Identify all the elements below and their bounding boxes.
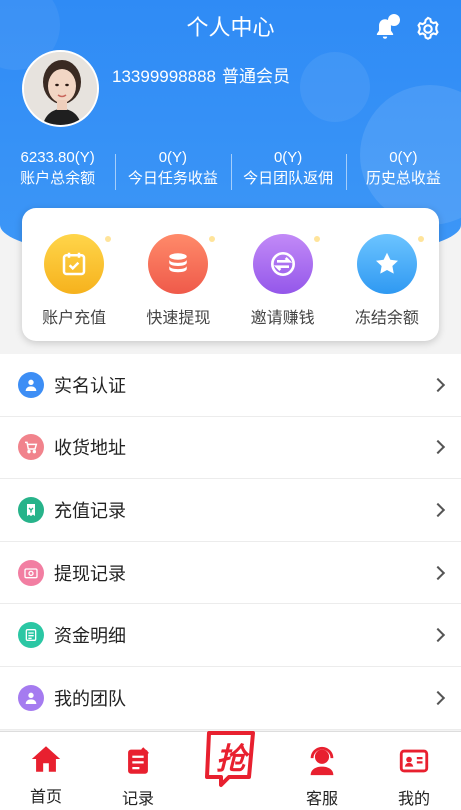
qa-recharge[interactable]: 账户充值 bbox=[22, 208, 126, 341]
stat-value: 0(Y) bbox=[273, 149, 303, 166]
qa-label: 冻结余额 bbox=[354, 310, 419, 327]
stat-value: 6233.80(Y) bbox=[20, 149, 95, 166]
stat-today-task[interactable]: 0(Y) 今日任务收益 bbox=[115, 148, 230, 190]
stat-label: 今日任务收益 bbox=[127, 170, 218, 187]
menu-item-my-team[interactable]: 我的团队 bbox=[0, 667, 461, 730]
decor-bubble bbox=[300, 52, 370, 122]
menu-list: 实名认证 收货地址 充值记录 提现记录 资金明细 我的团队 bbox=[0, 354, 461, 730]
tab-label: 客服 bbox=[305, 791, 338, 808]
avatar[interactable] bbox=[22, 50, 99, 127]
gear-icon[interactable] bbox=[414, 15, 442, 43]
tab-mine[interactable]: 我的 bbox=[374, 732, 454, 809]
menu-item-realname[interactable]: 实名认证 bbox=[0, 354, 461, 417]
wallet-icon bbox=[18, 559, 44, 586]
stats-row: 6233.80(Y) 账户总余额 0(Y) 今日任务收益 0(Y) 今日团队返佣… bbox=[0, 148, 461, 190]
stat-value: 0(Y) bbox=[158, 149, 188, 166]
quick-actions-card: 账户充值 快速提现 邀请赚钱 冻结余额 bbox=[22, 208, 439, 341]
chevron-right-icon bbox=[430, 628, 446, 643]
tab-service[interactable]: 客服 bbox=[282, 732, 362, 809]
notebook-icon bbox=[128, 747, 149, 774]
qa-label: 账户充值 bbox=[42, 310, 107, 327]
stat-value: 0(Y) bbox=[389, 149, 418, 166]
menu-item-address[interactable]: 收货地址 bbox=[0, 417, 461, 480]
qa-withdraw[interactable]: 快速提现 bbox=[126, 208, 230, 341]
tab-home[interactable]: 首页 bbox=[6, 732, 86, 807]
star-icon bbox=[356, 234, 424, 294]
menu-item-label: 我的团队 bbox=[54, 688, 126, 709]
notification-dot bbox=[388, 14, 400, 26]
menu-item-recharge-records[interactable]: 充值记录 bbox=[0, 479, 461, 542]
grab-label: 抢 bbox=[216, 743, 246, 776]
menu-item-fund-details[interactable]: 资金明细 bbox=[0, 604, 461, 667]
menu-item-label: 收货地址 bbox=[54, 438, 126, 459]
chevron-right-icon bbox=[430, 502, 446, 518]
exchange-icon bbox=[252, 234, 320, 294]
user-phone: 13399998888 bbox=[112, 67, 217, 86]
menu-item-label: 充值记录 bbox=[54, 500, 126, 521]
user-id-icon bbox=[18, 371, 44, 398]
user-info: 13399998888 普通会员 bbox=[112, 62, 296, 87]
tab-records[interactable]: 记录 bbox=[98, 732, 178, 809]
ledger-icon bbox=[18, 622, 44, 649]
tab-label: 我的 bbox=[397, 791, 430, 808]
qa-frozen[interactable]: 冻结余额 bbox=[335, 208, 439, 341]
stat-label: 账户总余额 bbox=[20, 170, 96, 187]
stat-total-balance[interactable]: 6233.80(Y) 账户总余额 bbox=[0, 148, 115, 190]
grab-order-button[interactable]: 抢 bbox=[196, 722, 266, 792]
bottom-tabbar: 首页 记录 抢 客服 我的 bbox=[0, 731, 461, 810]
customer-service-icon bbox=[310, 746, 334, 776]
tab-label: 首页 bbox=[29, 789, 62, 806]
chevron-right-icon bbox=[430, 377, 446, 392]
receipt-icon bbox=[18, 496, 44, 523]
menu-item-label: 提现记录 bbox=[54, 563, 126, 584]
id-card-icon bbox=[399, 749, 429, 773]
cart-icon bbox=[18, 434, 44, 461]
stat-label: 今日团队返佣 bbox=[243, 170, 334, 187]
team-icon bbox=[18, 684, 44, 711]
stat-history-total[interactable]: 0(Y) 历史总收益 bbox=[345, 148, 461, 190]
qa-invite[interactable]: 邀请赚钱 bbox=[231, 208, 335, 341]
stat-today-team[interactable]: 0(Y) 今日团队返佣 bbox=[230, 148, 346, 190]
coin-stack-icon bbox=[148, 234, 216, 294]
chevron-right-icon bbox=[430, 565, 446, 580]
calendar-check-icon bbox=[44, 234, 112, 294]
menu-item-label: 实名认证 bbox=[54, 375, 126, 396]
qa-label: 邀请赚钱 bbox=[250, 310, 315, 327]
home-icon bbox=[31, 746, 61, 772]
qa-label: 快速提现 bbox=[146, 310, 211, 327]
chevron-right-icon bbox=[430, 690, 446, 705]
stat-label: 历史总收益 bbox=[365, 170, 441, 187]
menu-item-label: 资金明细 bbox=[54, 626, 126, 647]
tab-label: 记录 bbox=[121, 791, 154, 808]
menu-item-withdraw-records[interactable]: 提现记录 bbox=[0, 542, 461, 605]
chevron-right-icon bbox=[430, 440, 446, 455]
member-level: 普通会员 bbox=[222, 67, 291, 86]
